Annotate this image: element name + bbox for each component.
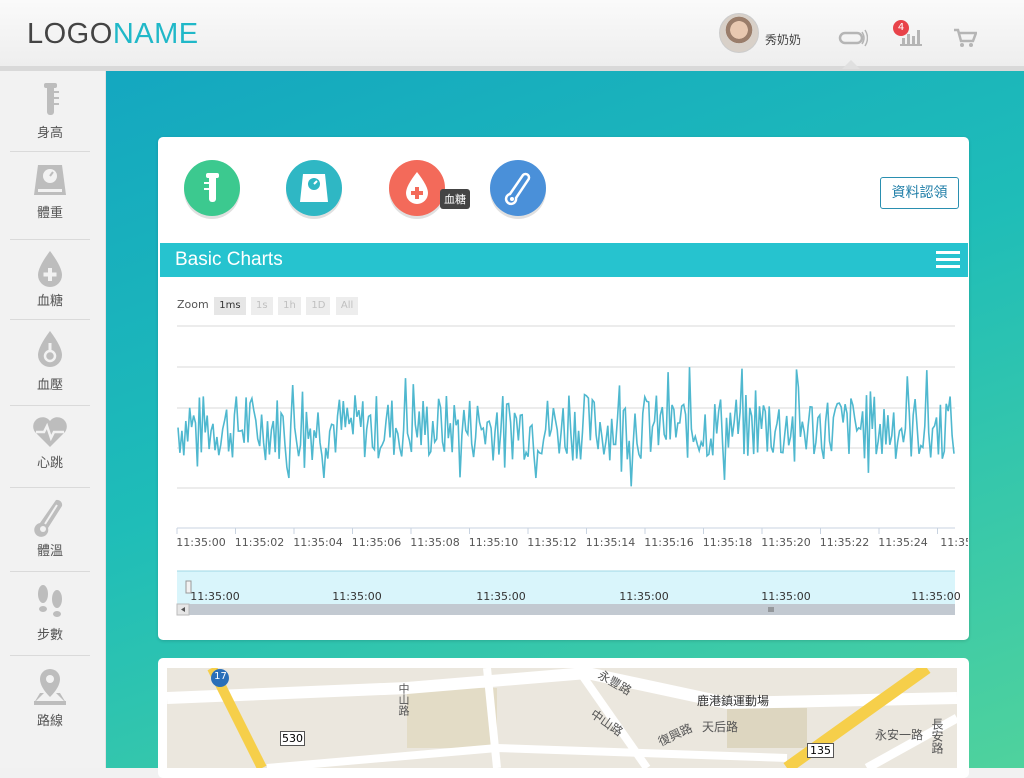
map-label: 永安一路 <box>875 728 924 742</box>
ruler-icon <box>204 173 219 202</box>
map-label: 天后路 <box>702 720 739 734</box>
active-caret <box>842 60 860 69</box>
sidebar: 身高 體重 血糖 血壓 心跳 體溫 步數 路線 <box>0 71 106 768</box>
tooltip: 血糖 <box>440 189 470 209</box>
map[interactable]: 永豐路 鹿港鎮運動場 中山路 天后路 復興路 永安一路 長安路 中山路 17 1… <box>167 668 957 768</box>
pressure-drop-icon <box>38 331 62 367</box>
x-tick-label: 11:35:16 <box>644 536 693 549</box>
thermometer-icon <box>504 172 531 206</box>
map-tiles <box>167 668 957 768</box>
zoom-controls: Zoom 1ms 1s 1h 1D All <box>177 297 359 315</box>
scrollbar <box>177 604 955 615</box>
navigator-label: 11:35:00 <box>332 590 381 603</box>
wifi-broadcast-icon[interactable] <box>838 29 869 51</box>
x-tick-label: 11:35:02 <box>235 536 284 549</box>
zoom-1ms-button[interactable]: 1ms <box>214 297 246 315</box>
height-tool-button[interactable] <box>184 160 240 216</box>
user-name[interactable]: 秀奶奶 <box>765 31 801 48</box>
map-label: 長安路 <box>930 718 944 754</box>
sidebar-item-blood-sugar[interactable]: 血糖 <box>10 249 90 320</box>
map-label: 鹿港鎮運動場 <box>697 694 770 708</box>
zoom-1h-button[interactable]: 1h <box>278 297 301 315</box>
weight-tool-button[interactable] <box>286 160 342 216</box>
scale-icon <box>300 174 328 202</box>
blood-drop-plus-icon <box>406 172 428 204</box>
sidebar-item-heartbeat[interactable]: 心跳 <box>10 415 90 488</box>
ruler-icon <box>44 83 59 115</box>
x-tick-label: 11:35:22 <box>820 536 869 549</box>
navigator-label: 11:35:00 <box>619 590 668 603</box>
x-tick-label: 11:35:12 <box>527 536 576 549</box>
x-tick-label: 11:35:2 <box>940 536 968 549</box>
x-tick-label: 11:35:04 <box>293 536 342 549</box>
navigator[interactable]: 11:35:00 11:35:00 11:35:00 11:35:00 11:35:00… <box>176 570 961 616</box>
claim-data-button[interactable]: 資料認領 <box>880 177 959 209</box>
heartbeat-icon <box>33 417 67 447</box>
series-line <box>177 367 955 487</box>
blood-drop-plus-icon <box>38 251 62 287</box>
zoom-all-button[interactable]: All <box>335 297 359 315</box>
temperature-tool-button[interactable] <box>490 160 546 216</box>
navigator-range <box>177 571 955 605</box>
x-tick-label: 11:35:10 <box>469 536 518 549</box>
x-tick-label: 11:35:08 <box>410 536 459 549</box>
scale-icon <box>34 165 66 195</box>
sidebar-item-height[interactable]: 身高 <box>10 81 90 152</box>
map-label: 中山路 <box>397 683 410 716</box>
x-tick-label: 11:35:14 <box>586 536 635 549</box>
zoom-1d-button[interactable]: 1D <box>306 297 331 315</box>
sidebar-item-steps[interactable]: 步數 <box>10 581 90 656</box>
blood-sugar-tool-button[interactable] <box>389 160 445 216</box>
x-tick-label: 11:35:06 <box>352 536 401 549</box>
menu-icon[interactable] <box>936 251 960 269</box>
x-tick-label: 11:35:24 <box>878 536 927 549</box>
x-tick-label: 11:35:20 <box>761 536 810 549</box>
zoom-label: Zoom <box>177 298 209 311</box>
cart-icon[interactable] <box>953 28 978 52</box>
sidebar-item-route[interactable]: 路線 <box>10 667 90 739</box>
x-tick-label: 11:35:18 <box>703 536 752 549</box>
sidebar-item-temperature[interactable]: 體溫 <box>10 497 90 572</box>
chart-header: Basic Charts <box>160 243 968 277</box>
chart-title: Basic Charts <box>175 249 283 270</box>
map-pin-icon <box>34 669 66 705</box>
navigator-label: 11:35:00 <box>190 590 239 603</box>
route-shield-17: 17 <box>214 671 227 682</box>
logo[interactable]: LOGONAME <box>27 18 199 51</box>
footprints-icon <box>38 585 62 617</box>
route-shield-530: 530 <box>280 731 305 746</box>
navigator-label: 11:35:00 <box>911 590 960 603</box>
sidebar-item-weight[interactable]: 體重 <box>10 161 90 240</box>
navigator-label: 11:35:00 <box>476 590 525 603</box>
x-axis: 11:35:00 11:35:02 11:35:04 11:35:06 11:35:08… <box>176 527 968 549</box>
avatar[interactable] <box>719 13 759 53</box>
line-chart[interactable]: 11:35:00 11:35:02 11:35:04 11:35:06 11:35:08… <box>160 318 968 623</box>
thermometer-icon <box>34 499 63 537</box>
navigator-label: 11:35:00 <box>761 590 810 603</box>
zoom-1s-button[interactable]: 1s <box>251 297 273 315</box>
x-tick-label: 11:35:00 <box>176 536 225 549</box>
top-bar: LOGONAME 秀奶奶 4 <box>0 0 1024 71</box>
route-shield-135: 135 <box>807 743 834 758</box>
notification-badge[interactable]: 4 <box>893 20 909 36</box>
sidebar-item-blood-pressure[interactable]: 血壓 <box>10 329 90 406</box>
